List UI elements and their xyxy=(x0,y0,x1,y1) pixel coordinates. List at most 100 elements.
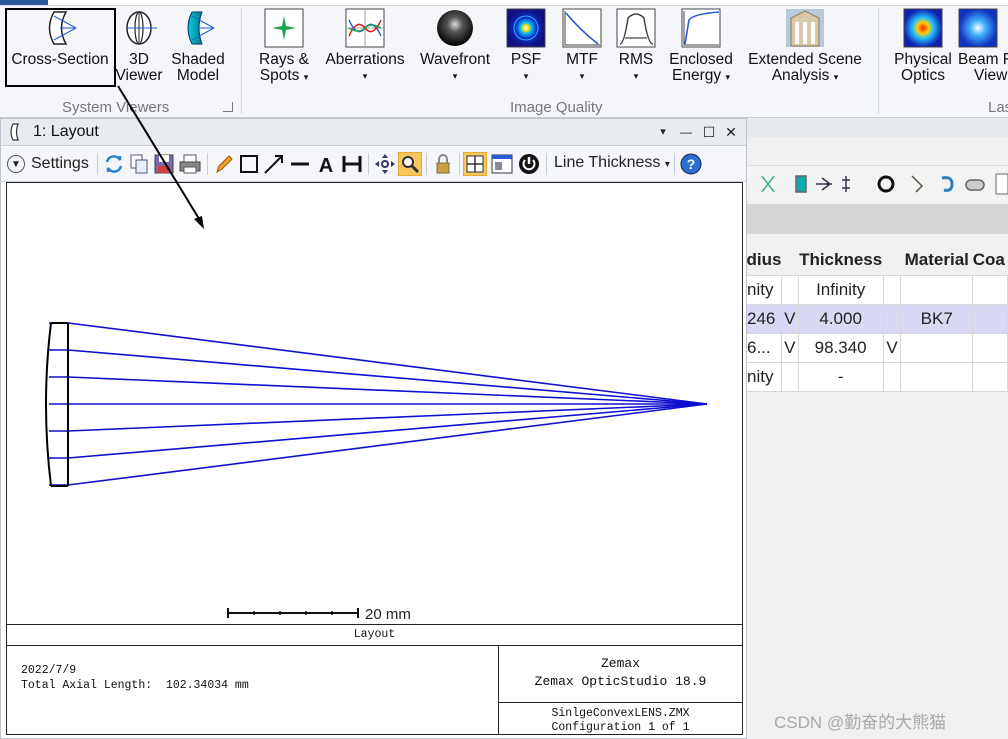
arrow-tool-icon[interactable] xyxy=(262,152,286,176)
table-cell[interactable] xyxy=(972,332,1008,363)
line-thickness-dropdown[interactable]: Line Thickness ▾ xyxy=(554,154,670,172)
dimension-tool-icon[interactable] xyxy=(340,152,364,176)
window-dropdown-icon[interactable]: ▾ xyxy=(653,122,673,142)
extended-scene-analysis-button[interactable]: Extended Scene Analysis ▾ xyxy=(746,8,864,85)
extended-scene-label-line1: Extended Scene xyxy=(748,51,862,68)
shaded-model-button[interactable]: Shaded Model xyxy=(167,8,229,84)
product-version: Zemax OpticStudio 18.9 xyxy=(534,674,707,689)
ray xyxy=(67,403,708,486)
plot-date: 2022/7/9 xyxy=(21,664,77,677)
layout-toolbar: ▼ Settings A Line Thickness ▾ ? xyxy=(1,147,746,182)
configuration-info: Configuration 1 of 1 xyxy=(551,721,690,734)
table-cell[interactable]: BK7 xyxy=(900,303,974,334)
physical-optics-label-line2: Optics xyxy=(901,67,945,84)
editor-tab-strip xyxy=(746,118,1008,137)
table-cell[interactable] xyxy=(900,361,974,392)
chevron-down-icon: ▾ xyxy=(664,159,670,170)
layout-window-titlebar[interactable]: 1: Layout ▾ — ☐ ✕ xyxy=(1,119,746,146)
toolbar-separator xyxy=(674,153,675,175)
physical-optics-button[interactable]: Physical Optics xyxy=(890,8,956,84)
table-cell[interactable]: nity xyxy=(746,274,782,305)
table-row[interactable]: nity - xyxy=(746,361,1008,392)
settings-button[interactable]: ▼ Settings xyxy=(7,152,89,176)
table-cell[interactable] xyxy=(972,361,1008,392)
copy-icon[interactable] xyxy=(127,152,151,176)
editor-header-bar xyxy=(746,204,1008,234)
file-tab[interactable] xyxy=(0,0,48,5)
product-info: Zemax Zemax OpticStudio 18.9 xyxy=(499,655,742,691)
fit-window-icon[interactable] xyxy=(463,152,487,176)
power-icon[interactable] xyxy=(517,152,541,176)
table-cell[interactable]: - xyxy=(797,361,884,392)
group-label-partial: Las xyxy=(988,99,1008,116)
table-row[interactable]: 6... V 98.340 V xyxy=(746,332,1008,363)
layout-plot-area[interactable]: 20 mm xyxy=(6,182,743,624)
pencil-icon[interactable] xyxy=(212,152,236,176)
psf-icon xyxy=(506,8,546,48)
table-cell[interactable]: V xyxy=(780,332,799,363)
wavefront-button[interactable]: Wavefront ▾ xyxy=(414,8,496,84)
table-row[interactable]: nity Infinity xyxy=(746,274,1008,305)
line-tool-icon[interactable] xyxy=(288,152,312,176)
table-cell[interactable]: 246 xyxy=(746,303,782,334)
table-cell[interactable]: Infinity xyxy=(797,274,884,305)
aberrations-button[interactable]: Aberrations ▾ xyxy=(322,8,408,84)
table-row-selected[interactable]: 246 V 4.000 BK7 xyxy=(746,303,1008,334)
psf-button[interactable]: PSF ▾ xyxy=(503,8,549,84)
enclosed-energy-icon xyxy=(681,8,721,48)
rms-button[interactable]: RMS ▾ xyxy=(613,8,659,84)
table-cell[interactable]: V xyxy=(882,332,902,363)
table-cell[interactable]: 98.340 xyxy=(797,332,884,363)
line-thickness-label: Line Thickness xyxy=(554,154,661,171)
help-icon[interactable]: ? xyxy=(679,152,703,176)
table-cell[interactable] xyxy=(780,361,799,392)
text-tool-icon[interactable]: A xyxy=(314,152,338,176)
ribbon: Cross-Section 3D Viewer Shaded Model Sys… xyxy=(0,0,1008,118)
table-cell[interactable] xyxy=(882,303,902,334)
table-header-row: dius Thickness Material Coa xyxy=(746,246,1008,275)
chevron-down-icon: ▾ xyxy=(579,71,585,81)
table-cell[interactable] xyxy=(900,332,974,363)
table-cell[interactable] xyxy=(780,274,799,305)
shaded-model-icon xyxy=(187,11,215,45)
rectangle-icon[interactable] xyxy=(237,152,261,176)
shaded-model-label-line1: Shaded xyxy=(171,51,225,68)
close-icon[interactable]: ✕ xyxy=(721,122,741,142)
table-cell[interactable]: nity xyxy=(746,361,782,392)
minimize-icon[interactable]: — xyxy=(676,122,696,142)
rays-spots-label-line1: Rays & xyxy=(259,51,309,68)
zoom-icon[interactable] xyxy=(398,152,422,176)
table-cell[interactable] xyxy=(972,303,1008,334)
toolbar-separator xyxy=(207,153,208,175)
info-left: 2022/7/9 Total Axial Length: 102.34034 mm xyxy=(21,663,249,693)
shaded-model-label-line2: Model xyxy=(176,67,220,84)
refresh-icon[interactable] xyxy=(102,152,126,176)
enclosed-energy-button[interactable]: Enclosed Energy ▾ xyxy=(666,8,736,85)
window-layout-icon[interactable] xyxy=(490,152,514,176)
toolbar-separator xyxy=(459,153,460,175)
ray xyxy=(67,403,708,459)
table-cell[interactable]: 4.000 xyxy=(797,303,884,334)
group-launcher-icon[interactable] xyxy=(223,102,233,112)
pan-icon[interactable] xyxy=(373,152,397,176)
table-cell[interactable] xyxy=(900,274,974,305)
editor-toolbar-icons[interactable] xyxy=(746,166,1008,204)
save-icon[interactable] xyxy=(152,152,176,176)
beam-viewer-button[interactable]: Beam F View xyxy=(958,8,1008,84)
print-icon[interactable] xyxy=(178,152,202,176)
mtf-button[interactable]: MTF ▾ xyxy=(559,8,605,84)
table-cell[interactable]: 6... xyxy=(746,332,782,363)
table-cell[interactable] xyxy=(882,361,902,392)
lock-icon[interactable] xyxy=(431,152,455,176)
group-label-system-viewers: System Viewers xyxy=(62,99,170,116)
spot-diagram-icon xyxy=(264,8,304,48)
3d-viewer-button[interactable]: 3D Viewer xyxy=(112,8,166,84)
table-cell[interactable] xyxy=(882,274,902,305)
table-cell[interactable]: V xyxy=(780,303,799,334)
restore-icon[interactable]: ☐ xyxy=(699,122,719,142)
chevron-down-icon: ▾ xyxy=(303,72,309,82)
table-cell[interactable] xyxy=(972,274,1008,305)
rays-spots-button[interactable]: Rays & Spots ▾ xyxy=(252,8,316,85)
svg-text:A: A xyxy=(319,155,333,176)
toolbar-separator xyxy=(546,153,547,175)
